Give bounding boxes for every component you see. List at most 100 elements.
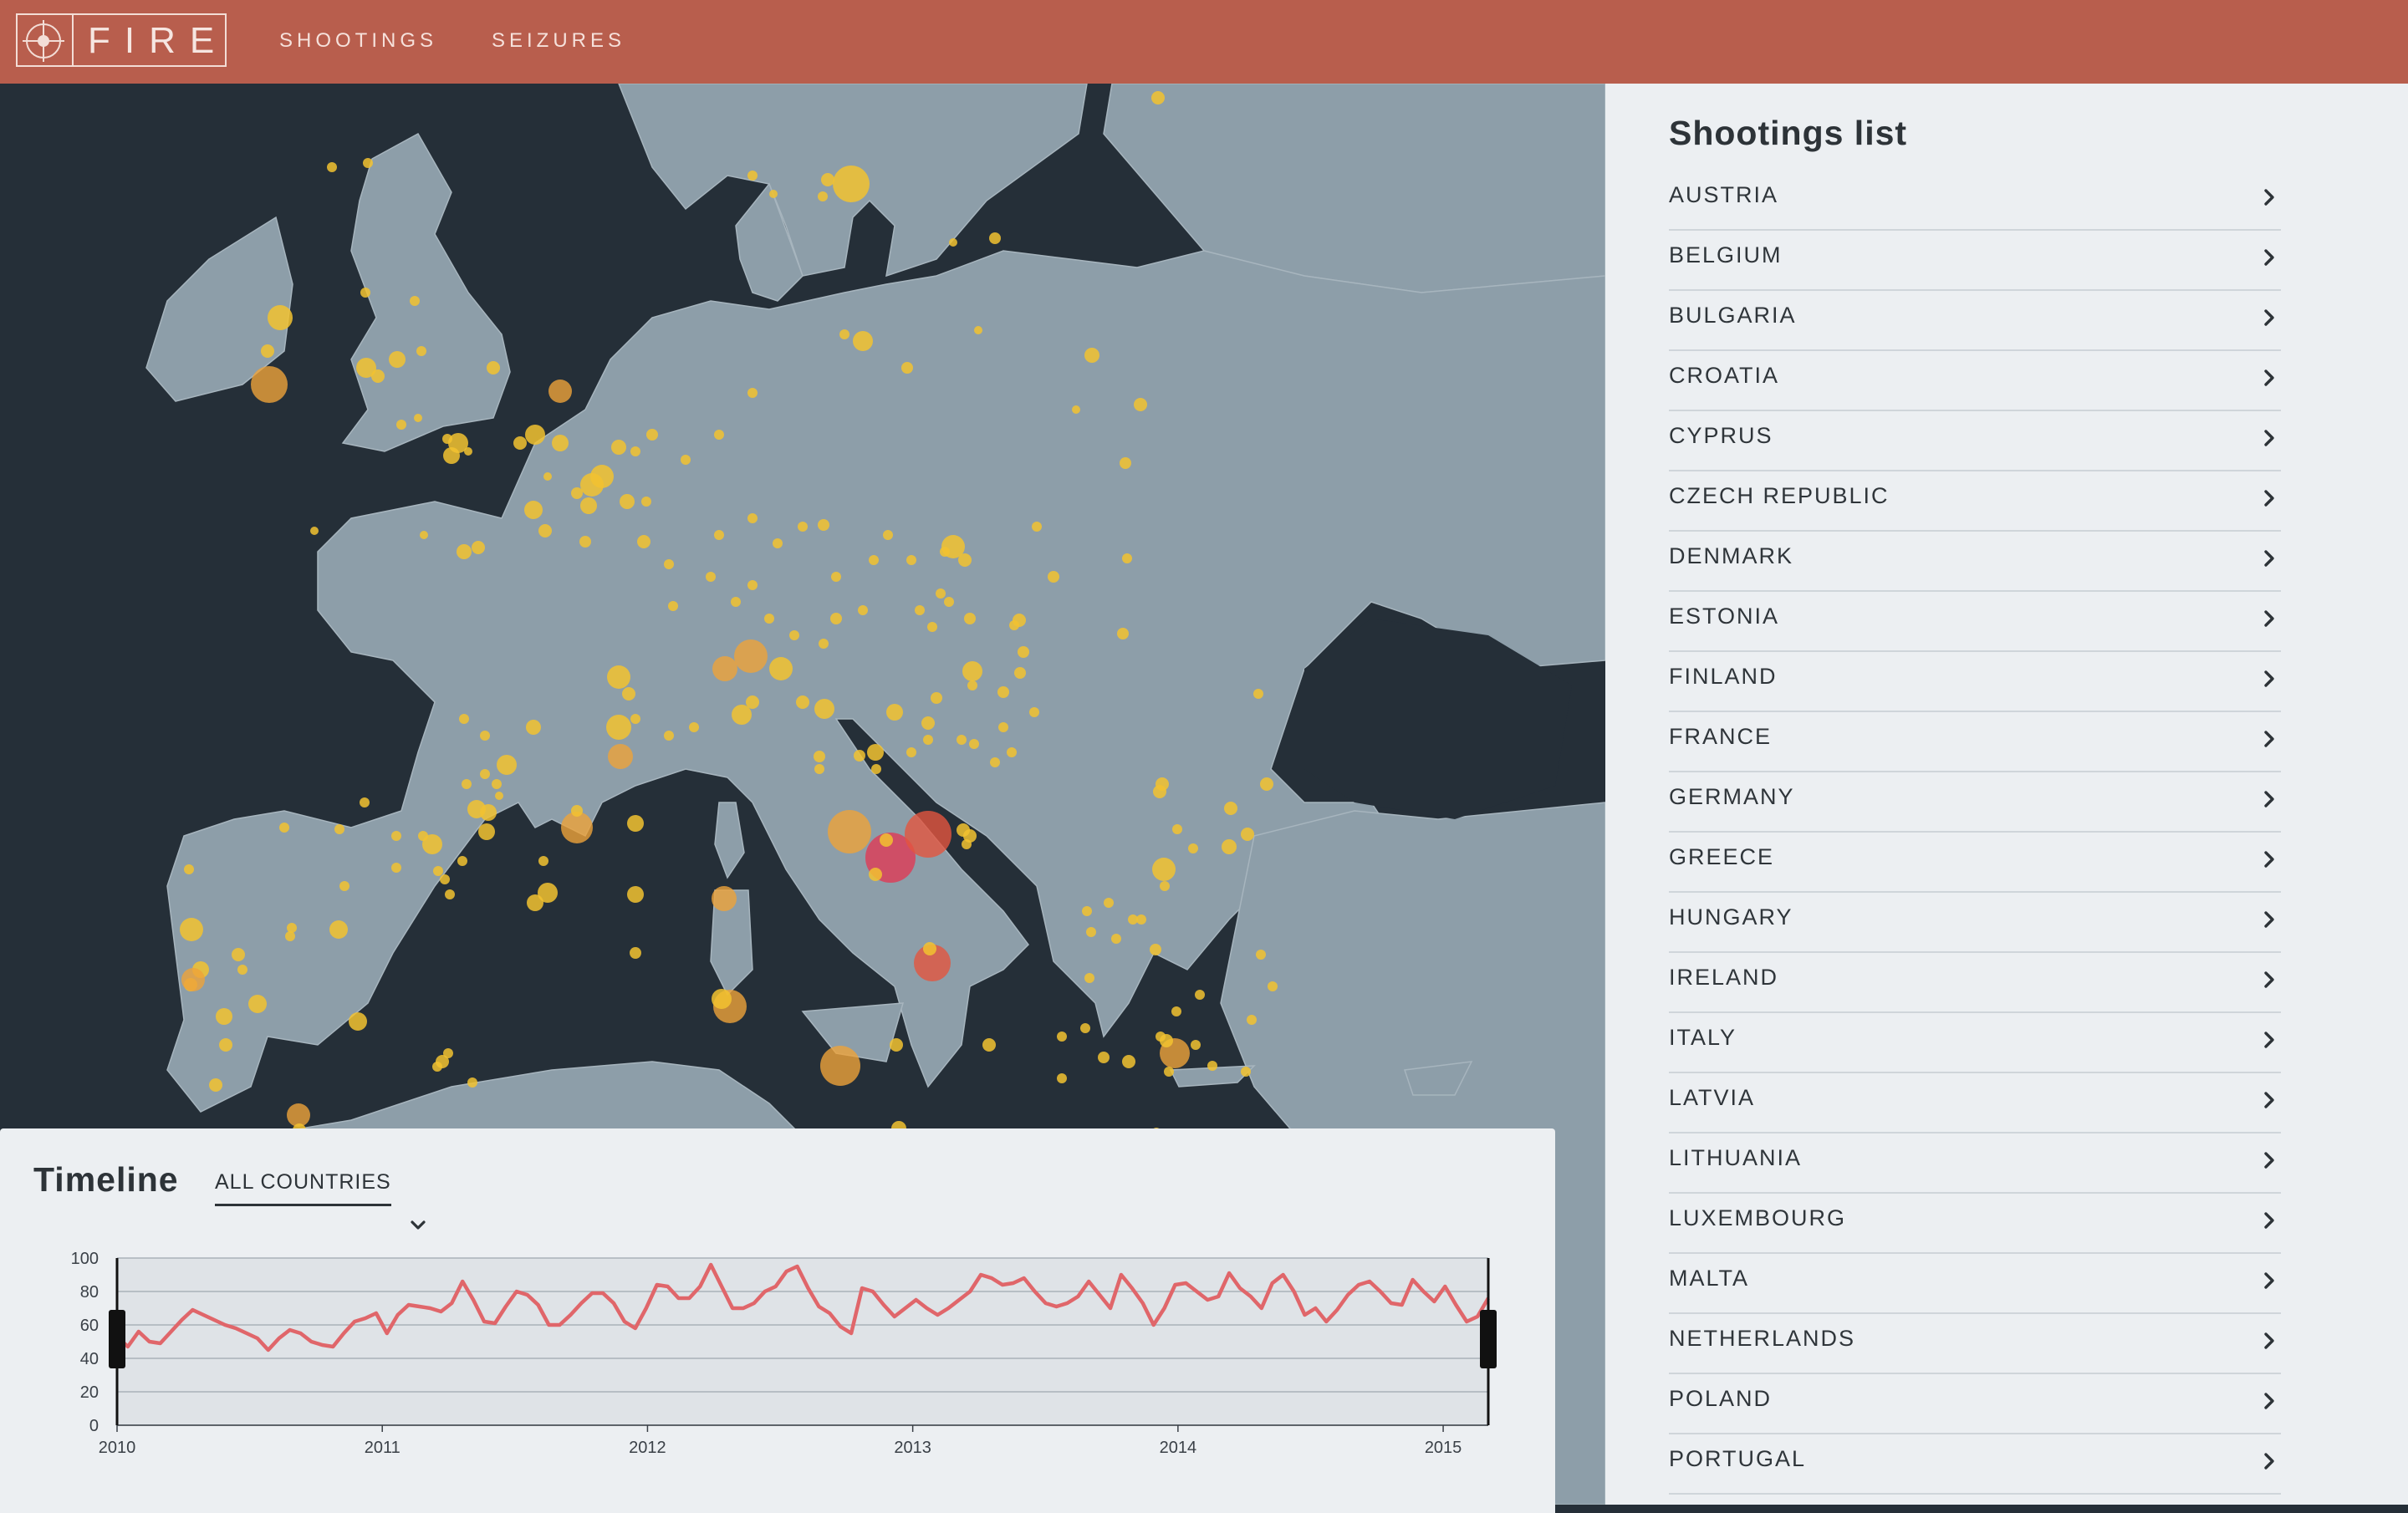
shooting-marker[interactable] [869, 555, 879, 565]
shooting-marker[interactable] [944, 597, 954, 607]
shooting-marker[interactable] [923, 942, 936, 955]
shooting-marker[interactable] [668, 601, 678, 611]
shooting-marker[interactable] [480, 731, 490, 741]
shooting-marker[interactable] [646, 429, 658, 441]
shooting-marker[interactable] [391, 831, 401, 841]
shooting-marker[interactable] [416, 346, 426, 356]
brush-left-handle[interactable] [109, 1310, 125, 1368]
country-row[interactable]: ESTONIA [1669, 592, 2281, 652]
shooting-marker[interactable] [478, 823, 495, 840]
shooting-marker[interactable] [962, 661, 982, 681]
country-row[interactable]: ITALY [1669, 1013, 2281, 1073]
shooting-marker[interactable] [931, 692, 942, 704]
shooting-marker[interactable] [327, 162, 337, 172]
shooting-marker[interactable] [472, 541, 485, 554]
shooting-marker[interactable] [432, 1062, 442, 1072]
shooting-marker[interactable] [1082, 906, 1092, 916]
shooting-marker[interactable] [989, 232, 1001, 244]
shooting-marker[interactable] [819, 639, 829, 649]
country-row[interactable]: FINLAND [1669, 652, 2281, 712]
shooting-marker[interactable] [1156, 1032, 1166, 1042]
shooting-marker[interactable] [858, 605, 868, 615]
shooting-marker[interactable] [818, 519, 829, 531]
shooting-marker[interactable] [396, 420, 406, 430]
country-row[interactable]: LUXEMBOURG [1669, 1194, 2281, 1254]
country-row[interactable]: IRELAND [1669, 953, 2281, 1013]
shooting-marker[interactable] [418, 831, 428, 841]
shooting-marker[interactable] [1160, 881, 1170, 891]
shooting-marker[interactable] [630, 714, 640, 724]
country-row[interactable]: BULGARIA [1669, 291, 2281, 351]
shooting-marker[interactable] [209, 1078, 222, 1092]
country-row[interactable]: NETHERLANDS [1669, 1314, 2281, 1374]
country-row[interactable]: POLAND [1669, 1374, 2281, 1434]
shooting-marker[interactable] [798, 522, 808, 532]
shooting-marker[interactable] [814, 764, 824, 774]
shooting-marker[interactable] [712, 989, 732, 1009]
country-row[interactable]: CYPRUS [1669, 411, 2281, 471]
shooting-marker[interactable] [464, 447, 472, 456]
shooting-marker[interactable] [1029, 707, 1039, 717]
shooting-marker[interactable] [580, 497, 597, 514]
shooting-marker[interactable] [833, 166, 870, 202]
shooting-marker[interactable] [853, 331, 873, 351]
shooting-marker[interactable] [184, 864, 194, 874]
shooting-marker[interactable] [773, 538, 783, 548]
shooting-marker[interactable] [915, 605, 925, 615]
country-row[interactable]: DENMARK [1669, 532, 2281, 592]
shooting-marker[interactable] [524, 501, 543, 519]
country-row[interactable]: FRANCE [1669, 712, 2281, 772]
shooting-marker[interactable] [1164, 1067, 1174, 1077]
shooting-marker[interactable] [1253, 689, 1263, 699]
shooting-marker[interactable] [732, 705, 752, 725]
shooting-marker[interactable] [814, 751, 825, 762]
shooting-marker[interactable] [1172, 824, 1182, 834]
shooting-marker[interactable] [552, 435, 569, 451]
shooting-marker[interactable] [414, 414, 422, 422]
shooting-marker[interactable] [571, 805, 583, 817]
shooting-marker[interactable] [261, 344, 274, 358]
shooting-marker[interactable] [1057, 1032, 1067, 1042]
shooting-marker[interactable] [923, 735, 933, 745]
shooting-marker[interactable] [1247, 1015, 1257, 1025]
shooting-marker[interactable] [339, 881, 349, 891]
country-row[interactable]: HUNGARY [1669, 893, 2281, 953]
shooting-marker[interactable] [1136, 914, 1146, 925]
shooting-marker[interactable] [285, 931, 295, 941]
country-row[interactable]: LITHUANIA [1669, 1133, 2281, 1194]
shooting-marker[interactable] [287, 923, 297, 933]
shooting-marker[interactable] [248, 995, 267, 1013]
shooting-marker[interactable] [1207, 1061, 1217, 1071]
shooting-marker[interactable] [641, 497, 651, 507]
shooting-marker[interactable] [1153, 785, 1166, 798]
shooting-marker[interactable] [1195, 990, 1205, 1000]
shooting-marker[interactable] [1057, 1073, 1067, 1083]
shooting-marker[interactable] [1117, 628, 1129, 639]
shooting-marker[interactable] [219, 1038, 232, 1052]
shooting-marker[interactable] [1120, 457, 1131, 469]
shooting-marker[interactable] [457, 856, 467, 866]
shooting-marker[interactable] [886, 704, 903, 721]
shooting-marker[interactable] [420, 531, 428, 539]
shooting-marker[interactable] [982, 1038, 996, 1052]
shooting-marker[interactable] [997, 686, 1009, 698]
shooting-marker[interactable] [706, 572, 716, 582]
shooting-marker[interactable] [1122, 1055, 1135, 1068]
shooting-marker[interactable] [1018, 646, 1029, 658]
shooting-marker[interactable] [637, 535, 650, 548]
country-row[interactable]: BELGIUM [1669, 231, 2281, 291]
shooting-marker[interactable] [1188, 843, 1198, 853]
shooting-marker[interactable] [433, 866, 443, 876]
shooting-marker[interactable] [334, 824, 344, 834]
shooting-marker[interactable] [1080, 1023, 1090, 1033]
country-row[interactable]: LATVIA [1669, 1073, 2281, 1133]
shooting-marker[interactable] [747, 171, 758, 181]
shooting-marker[interactable] [818, 191, 828, 201]
shooting-marker[interactable] [590, 465, 614, 488]
shooting-marker[interactable] [606, 715, 631, 740]
shooting-marker[interactable] [513, 436, 527, 450]
shooting-marker[interactable] [443, 1048, 453, 1058]
shooting-marker[interactable] [1111, 934, 1121, 944]
shooting-marker[interactable] [620, 494, 635, 509]
shooting-marker[interactable] [329, 920, 348, 939]
